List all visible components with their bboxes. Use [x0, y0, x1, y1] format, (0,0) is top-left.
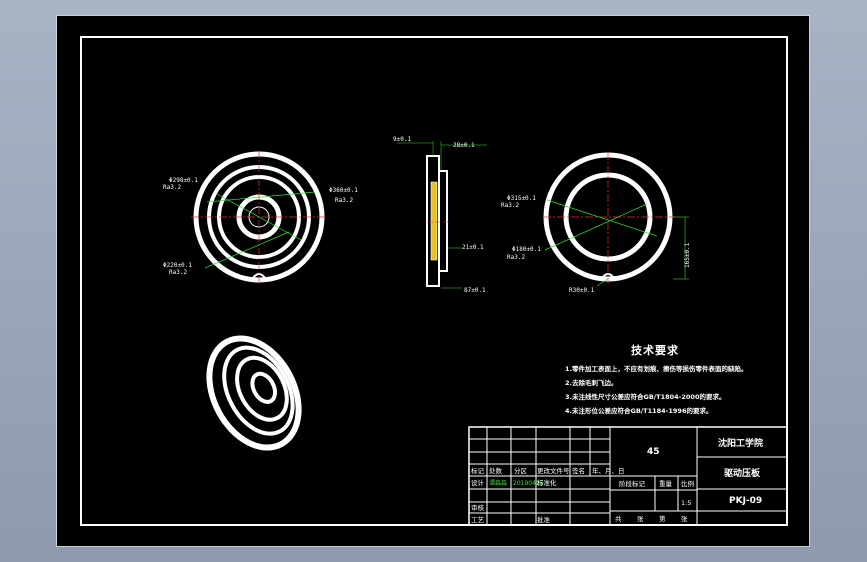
tb-scale-label: 比例	[681, 479, 694, 488]
tb-designer: 谭淼淼	[489, 479, 507, 487]
tb-process-label: 工艺	[471, 516, 485, 524]
tb-row-label-1: 处数	[489, 466, 503, 475]
dim-right-slot: R30±0.1	[569, 287, 595, 294]
dim-front-small1: Ra3.2	[163, 184, 181, 191]
isometric-view	[206, 335, 302, 451]
dim-side-top-left: 9±0.1	[393, 136, 411, 143]
tb-row-label-2: 分区	[514, 466, 528, 475]
cad-drawing: Φ298±0.1 Ra3.2 Φ360±0.1 Ra3.2 Φ220±0.1 R…	[163, 136, 788, 526]
front-view	[191, 150, 327, 286]
dim-right-small1: Ra3.2	[501, 202, 519, 209]
tb-scale: 1:5	[681, 499, 691, 507]
requirement-item: 4.未注形位公差应符合GB/T1184-1996的要求。	[565, 407, 713, 415]
dim-front-outer: Φ360±0.1	[329, 187, 358, 194]
dim-side-bottom: 87±0.1	[464, 287, 486, 294]
requirement-item: 1.零件加工表面上，不应有划痕、擦伤等损伤零件表面的缺陷。	[565, 365, 748, 373]
side-view	[397, 141, 487, 289]
tb-design-label: 设计	[471, 478, 485, 487]
tb-standard-label: 标准化	[537, 478, 557, 487]
requirement-item: 3.未注线性尺寸公差应符合GB/T1804-2000的要求。	[565, 393, 726, 401]
dim-front-inner: Φ298±0.1	[169, 177, 198, 184]
tb-weight-label: 重量	[659, 480, 673, 488]
dim-right-inner: Φ180±0.1	[512, 246, 541, 253]
tb-approve-label: 批准	[537, 515, 551, 524]
tb-school: 沈阳工学院	[718, 437, 763, 449]
tb-drawing-no: PKJ-09	[729, 496, 762, 506]
tb-sheet-label-2: 第	[659, 514, 666, 523]
tb-row-label-0: 标记	[471, 466, 485, 475]
drawing-viewport[interactable]: Φ298±0.1 Ra3.2 Φ360±0.1 Ra3.2 Φ220±0.1 R…	[56, 15, 810, 547]
tb-material: 45	[647, 447, 660, 457]
tb-review-label: 审核	[471, 503, 485, 512]
tb-sheet-label-3: 张	[681, 514, 688, 523]
dim-side-top-right: 28±0.1	[453, 142, 475, 149]
tb-row-label-4: 签名	[572, 466, 585, 475]
tb-part-name: 驱动压板	[724, 467, 761, 479]
tb-row-label-5: 年、月、日	[592, 466, 625, 475]
requirements-title: 技术要求	[631, 344, 679, 357]
dim-front-bottom: Φ220±0.1	[163, 262, 192, 269]
dim-right-small2: Ra3.2	[507, 254, 525, 261]
tb-row-label-3: 更改文件号	[537, 466, 570, 475]
requirement-item: 2.去除毛刺飞边。	[565, 379, 618, 387]
dim-side-mid: 21±0.1	[462, 244, 484, 251]
dim-right-vertical: 165±0.1	[684, 242, 691, 268]
tb-sheet-label-0: 共	[615, 514, 622, 523]
dim-front-small2: Ra3.2	[335, 197, 353, 204]
dim-front-small3: Ra3.2	[169, 269, 187, 276]
right-view	[543, 152, 689, 287]
requirements-list: 1.零件加工表面上，不应有划痕、擦伤等损伤零件表面的缺陷。 2.去除毛刺飞边。 …	[565, 362, 748, 418]
tb-sheet-label-1: 张	[637, 514, 644, 523]
tb-stage-label: 阶段标记	[619, 479, 646, 488]
dim-right-outer: Φ315±0.1	[507, 195, 536, 202]
